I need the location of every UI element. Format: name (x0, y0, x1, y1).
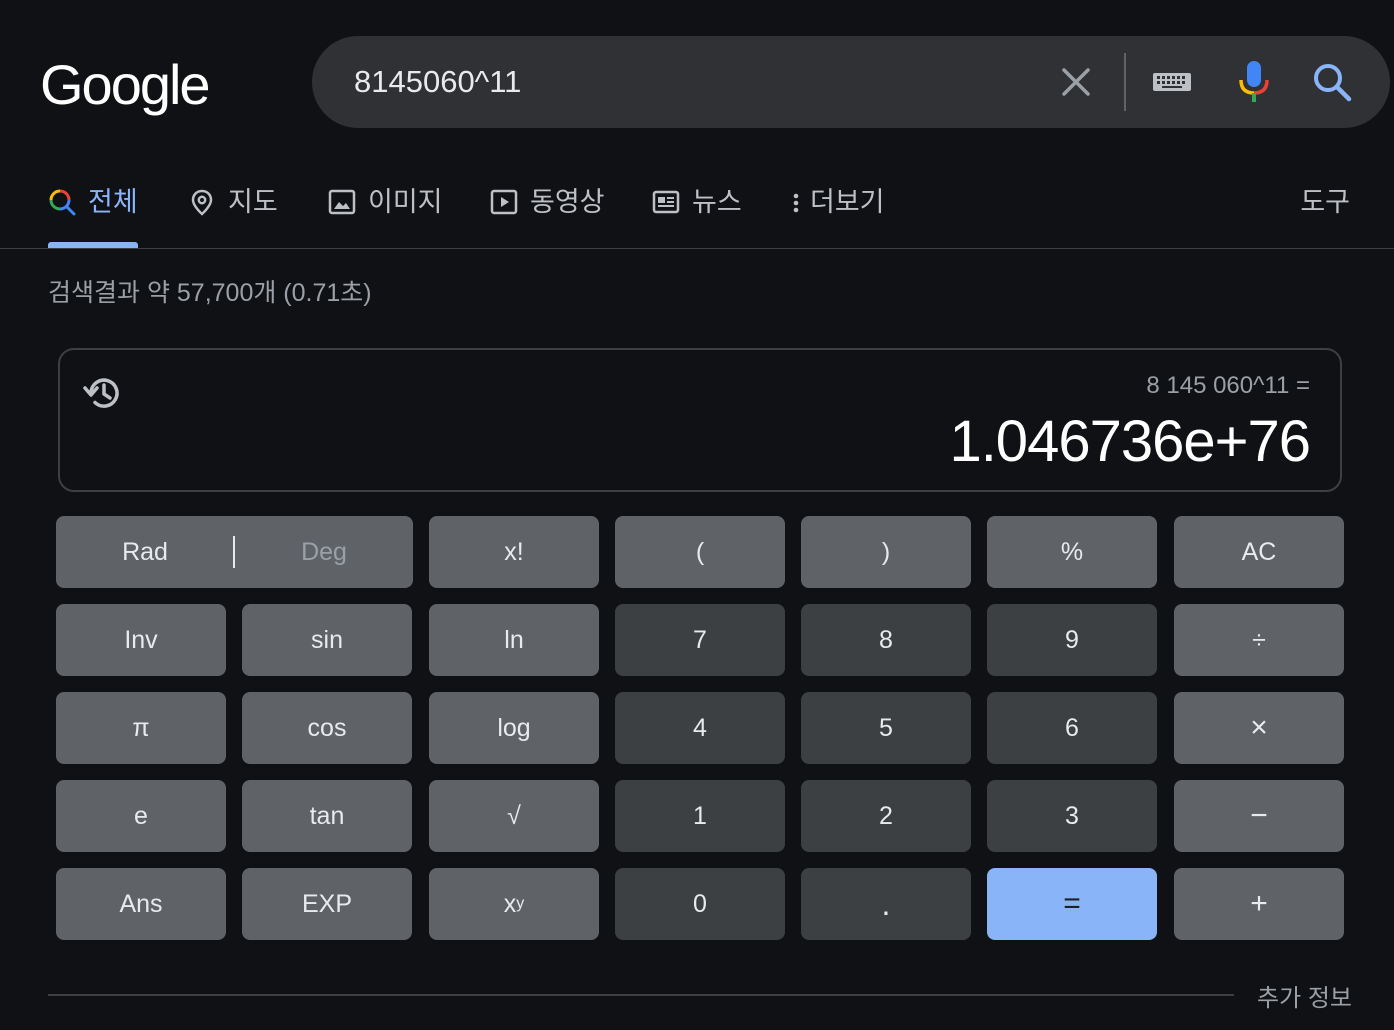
open-paren-button[interactable]: ( (615, 516, 785, 588)
tab-all[interactable]: 전체 (48, 180, 138, 248)
minus-button[interactable]: − (1174, 780, 1344, 852)
digit-6-button[interactable]: 6 (987, 692, 1157, 764)
power-base: x (503, 889, 517, 918)
tab-label: 지도 (228, 187, 278, 217)
search-divider (1124, 53, 1126, 111)
tabs-divider (0, 248, 1394, 249)
video-icon (490, 188, 518, 216)
tab-more[interactable]: 더보기 (788, 180, 885, 248)
exp-button[interactable]: EXP (242, 868, 412, 940)
digit-0-button[interactable]: 0 (615, 868, 785, 940)
cos-button[interactable]: cos (242, 692, 412, 764)
calculator-expression: 8 145 060^11 = (1146, 372, 1310, 399)
more-vert-icon (788, 188, 804, 216)
decimal-button[interactable]: . (801, 868, 971, 940)
digit-5-button[interactable]: 5 (801, 692, 971, 764)
footer-divider (48, 994, 1234, 996)
calculator-display: 8 145 060^11 = 1.046736e+76 (58, 348, 1342, 492)
rad-deg-toggle: Rad Deg (56, 516, 413, 588)
deg-button[interactable]: Deg (235, 516, 413, 588)
news-icon (652, 188, 680, 216)
digit-3-button[interactable]: 3 (987, 780, 1157, 852)
clear-icon[interactable] (1058, 64, 1094, 100)
multiply-button[interactable]: × (1174, 692, 1344, 764)
search-icon[interactable] (1310, 60, 1354, 104)
google-logo[interactable]: Google (40, 52, 211, 117)
pi-button[interactable]: π (56, 692, 226, 764)
ans-button[interactable]: Ans (56, 868, 226, 940)
search-tabs: 전체 지도 이미지 동영상 뉴스 더보기 (48, 180, 1348, 248)
rad-button[interactable]: Rad (56, 516, 234, 588)
tools-button[interactable]: 도구 (1300, 180, 1350, 219)
digit-4-button[interactable]: 4 (615, 692, 785, 764)
digit-9-button[interactable]: 9 (987, 604, 1157, 676)
search-bar (312, 36, 1390, 128)
history-icon[interactable] (82, 372, 124, 414)
percent-button[interactable]: % (987, 516, 1157, 588)
power-exponent: y (516, 895, 525, 912)
tab-news[interactable]: 뉴스 (652, 180, 742, 248)
all-clear-button[interactable]: AC (1174, 516, 1344, 588)
ln-button[interactable]: ln (429, 604, 599, 676)
tab-label: 더보기 (810, 187, 885, 217)
image-icon (328, 188, 356, 216)
search-icon (48, 188, 76, 216)
sqrt-button[interactable]: √ (429, 780, 599, 852)
inverse-button[interactable]: Inv (56, 604, 226, 676)
close-paren-button[interactable]: ) (801, 516, 971, 588)
power-button[interactable]: xy (429, 868, 599, 940)
digit-2-button[interactable]: 2 (801, 780, 971, 852)
log-button[interactable]: log (429, 692, 599, 764)
more-info-link[interactable]: 추가 정보 (1257, 978, 1352, 1013)
tan-button[interactable]: tan (242, 780, 412, 852)
factorial-button[interactable]: x! (429, 516, 599, 588)
mic-icon[interactable] (1234, 58, 1274, 106)
divide-button[interactable]: ÷ (1174, 604, 1344, 676)
plus-button[interactable]: + (1174, 868, 1344, 940)
result-stats: 검색결과 약 57,700개 (0.71초) (48, 279, 372, 307)
tab-label: 이미지 (368, 187, 443, 217)
tab-images[interactable]: 이미지 (328, 180, 443, 248)
tab-label: 동영상 (530, 187, 605, 217)
calculator-result: 1.046736e+76 (949, 409, 1311, 474)
search-input[interactable] (354, 60, 1034, 104)
keyboard-icon[interactable] (1152, 66, 1192, 96)
tab-maps[interactable]: 지도 (188, 180, 278, 248)
tab-label: 전체 (88, 187, 138, 217)
tab-label: 뉴스 (692, 187, 742, 217)
digit-7-button[interactable]: 7 (615, 604, 785, 676)
tab-videos[interactable]: 동영상 (490, 180, 605, 248)
map-pin-icon (188, 188, 216, 216)
digit-1-button[interactable]: 1 (615, 780, 785, 852)
e-button[interactable]: e (56, 780, 226, 852)
sin-button[interactable]: sin (242, 604, 412, 676)
digit-8-button[interactable]: 8 (801, 604, 971, 676)
equals-button[interactable]: = (987, 868, 1157, 940)
